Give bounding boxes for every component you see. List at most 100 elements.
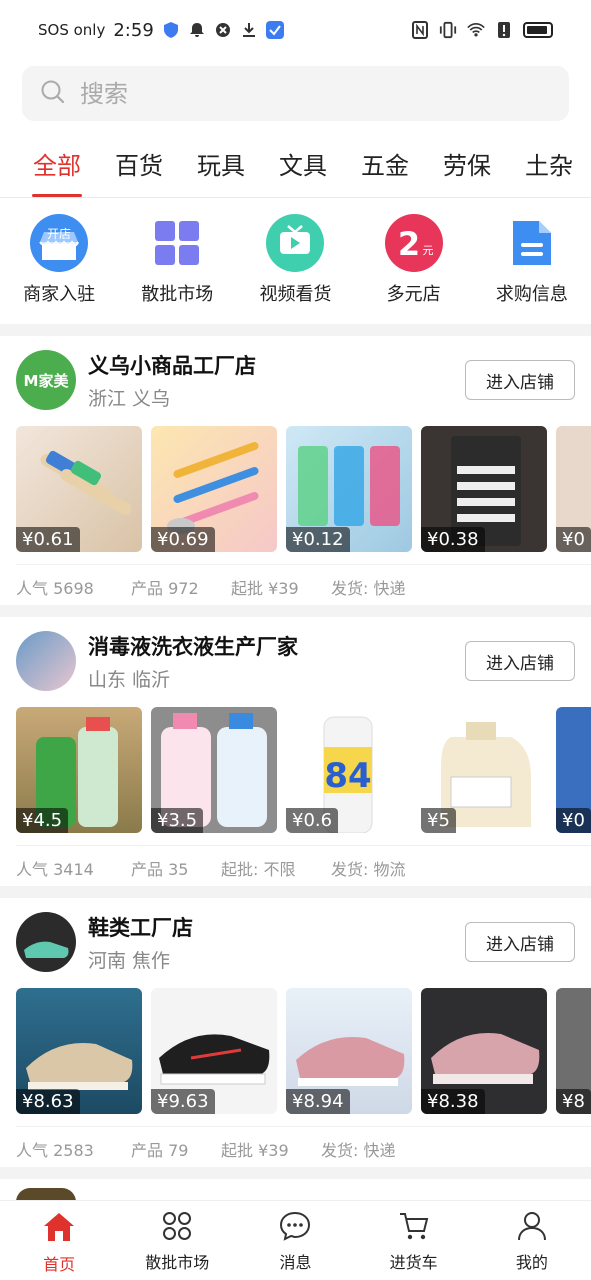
status-bar: SOS only 2:59 <box>0 0 591 60</box>
section-divider <box>0 1167 591 1179</box>
product-thumbnail[interactable]: ¥0.38 <box>421 426 547 552</box>
tab-sundries[interactable]: 土杂 <box>508 132 590 197</box>
tab-stationery[interactable]: 文具 <box>262 132 344 197</box>
shop-avatar: M家美 <box>16 350 76 410</box>
bottom-navigation: 首页 散批市场 消息 进货车 我的 <box>0 1200 591 1280</box>
section-divider <box>0 324 591 336</box>
tab-general-goods[interactable]: 百货 <box>98 132 180 197</box>
nav-label: 首页 <box>43 1255 76 1274</box>
product-thumbnail[interactable]: ¥4.5 <box>16 707 142 833</box>
shop-card[interactable]: 消毒液洗衣液生产厂家 山东 临沂 进入店铺 ¥4.5 ¥3.5 84 ¥0.6 … <box>0 617 591 887</box>
shop-location: 河南 焦作 <box>88 950 171 972</box>
product-thumbnail[interactable]: ¥8.63 <box>16 988 142 1114</box>
nfc-icon <box>411 21 429 39</box>
search-bar[interactable] <box>22 66 569 121</box>
product-price: ¥0.61 <box>16 527 80 552</box>
category-video-browse[interactable]: 视频看货 <box>236 214 354 320</box>
product-price: ¥0 <box>556 808 591 833</box>
stat-shipping: 发货: 物流 <box>331 860 406 879</box>
stat-shipping: 发货: 快递 <box>321 1141 396 1160</box>
shop-stats: 人气 5698 产品 972 起批 ¥39 发货: 快递 <box>16 564 591 599</box>
cart-icon <box>398 1211 430 1245</box>
product-price: ¥5 <box>421 808 456 833</box>
product-thumbnail[interactable]: ¥0.69 <box>151 426 277 552</box>
product-thumbnail[interactable]: ¥8.94 <box>286 988 412 1114</box>
product-row: ¥8.63 ¥9.63 ¥8.94 ¥8.38 ¥8 <box>16 988 591 1114</box>
bell-icon <box>188 21 206 39</box>
product-thumbnail[interactable]: ¥0 <box>556 426 591 552</box>
svg-text:84: 84 <box>324 756 371 796</box>
product-price: ¥8.38 <box>421 1089 485 1114</box>
category-label: 商家入驻 <box>23 284 96 305</box>
clock: 2:59 <box>113 19 154 41</box>
stat-popularity: 人气 3414 <box>16 860 94 879</box>
product-thumbnail[interactable]: ¥3.5 <box>151 707 277 833</box>
nav-label: 我的 <box>515 1253 548 1272</box>
two-yuan-unit: 元 <box>422 244 433 257</box>
category-merchant-join[interactable]: 开店 商家入驻 <box>0 214 118 320</box>
wifi-icon <box>467 21 485 39</box>
product-thumbnail[interactable]: ¥8.38 <box>421 988 547 1114</box>
nav-messages[interactable]: 消息 <box>236 1201 354 1280</box>
download-icon <box>240 21 258 39</box>
shop-avatar-text: M家美 <box>23 371 69 390</box>
shop-avatar <box>16 912 76 972</box>
nav-home[interactable]: 首页 <box>0 1201 118 1280</box>
product-price: ¥3.5 <box>151 808 204 833</box>
stat-popularity: 人气 5698 <box>16 579 94 598</box>
product-row: ¥0.61 ¥0.69 ¥0.12 ¥0.38 ¥0 <box>16 426 591 552</box>
stat-min-order: 起批 ¥39 <box>231 579 299 598</box>
category-purchase-requests[interactable]: 求购信息 <box>473 214 591 320</box>
tab-labor-protection[interactable]: 劳保 <box>426 132 508 197</box>
category-label: 求购信息 <box>495 284 568 305</box>
message-icon <box>279 1211 311 1245</box>
shoe-avatar-image <box>24 941 69 958</box>
battery-icon <box>523 22 553 38</box>
grid-icon <box>162 1211 192 1245</box>
product-thumbnail[interactable]: 84 ¥0.6 <box>286 707 412 833</box>
shield-icon <box>162 21 180 39</box>
section-divider <box>0 886 591 898</box>
product-thumbnail[interactable]: ¥0.12 <box>286 426 412 552</box>
shop-name: 消毒液洗衣液生产厂家 <box>88 635 298 659</box>
category-wholesale-market[interactable]: 散批市场 <box>118 214 236 320</box>
shop-stats: 人气 3414 产品 35 起批: 不限 发货: 物流 <box>16 845 591 880</box>
block-icon <box>214 21 232 39</box>
carrier-text: SOS only <box>38 21 106 39</box>
home-icon <box>42 1211 76 1247</box>
two-yuan-number: 2 <box>398 225 420 263</box>
enter-shop-button[interactable]: 进入店铺 <box>465 922 575 962</box>
search-input[interactable] <box>80 79 540 108</box>
nav-profile[interactable]: 我的 <box>473 1201 591 1280</box>
quick-categories: 开店 商家入驻 散批市场 视频看货 2 元 多元店 求购信息 <box>0 214 591 320</box>
nav-wholesale-market[interactable]: 散批市场 <box>118 1201 236 1280</box>
product-thumbnail[interactable]: ¥8 <box>556 988 591 1114</box>
shop-location: 山东 临沂 <box>88 669 171 691</box>
tab-all[interactable]: 全部 <box>16 132 98 197</box>
category-multi-yuan-store[interactable]: 2 元 多元店 <box>355 214 473 320</box>
app-notify-icon <box>265 21 284 39</box>
category-label: 多元店 <box>386 284 441 305</box>
enter-shop-button[interactable]: 进入店铺 <box>465 641 575 681</box>
product-thumbnail[interactable]: ¥9.63 <box>151 988 277 1114</box>
category-label: 视频看货 <box>259 284 332 305</box>
product-thumbnail[interactable]: ¥5 <box>421 707 547 833</box>
enter-shop-button[interactable]: 进入店铺 <box>465 360 575 400</box>
product-thumbnail[interactable]: ¥0.61 <box>16 426 142 552</box>
tab-toys[interactable]: 玩具 <box>180 132 262 197</box>
product-price: ¥9.63 <box>151 1089 215 1114</box>
product-thumbnail[interactable]: ¥0 <box>556 707 591 833</box>
vibrate-icon <box>439 21 457 39</box>
shop-card[interactable]: 鞋类工厂店 河南 焦作 进入店铺 ¥8.63 ¥9.63 ¥8.94 ¥8.38… <box>0 898 591 1168</box>
nav-label: 散批市场 <box>145 1253 210 1272</box>
profile-icon <box>517 1211 547 1245</box>
stat-products: 产品 35 <box>131 860 189 879</box>
shop-avatar <box>16 631 76 691</box>
category-tabs: 全部 百货 玩具 文具 五金 劳保 土杂 <box>0 132 591 198</box>
stat-min-order: 起批: 不限 <box>221 860 296 879</box>
nav-cart[interactable]: 进货车 <box>355 1201 473 1280</box>
shop-card[interactable]: M家美 义乌小商品工厂店 浙江 义乌 进入店铺 ¥0.61 ¥0.69 ¥0.1… <box>0 336 591 606</box>
product-price: ¥8.63 <box>16 1089 80 1114</box>
document-icon <box>503 214 561 272</box>
tab-hardware[interactable]: 五金 <box>344 132 426 197</box>
